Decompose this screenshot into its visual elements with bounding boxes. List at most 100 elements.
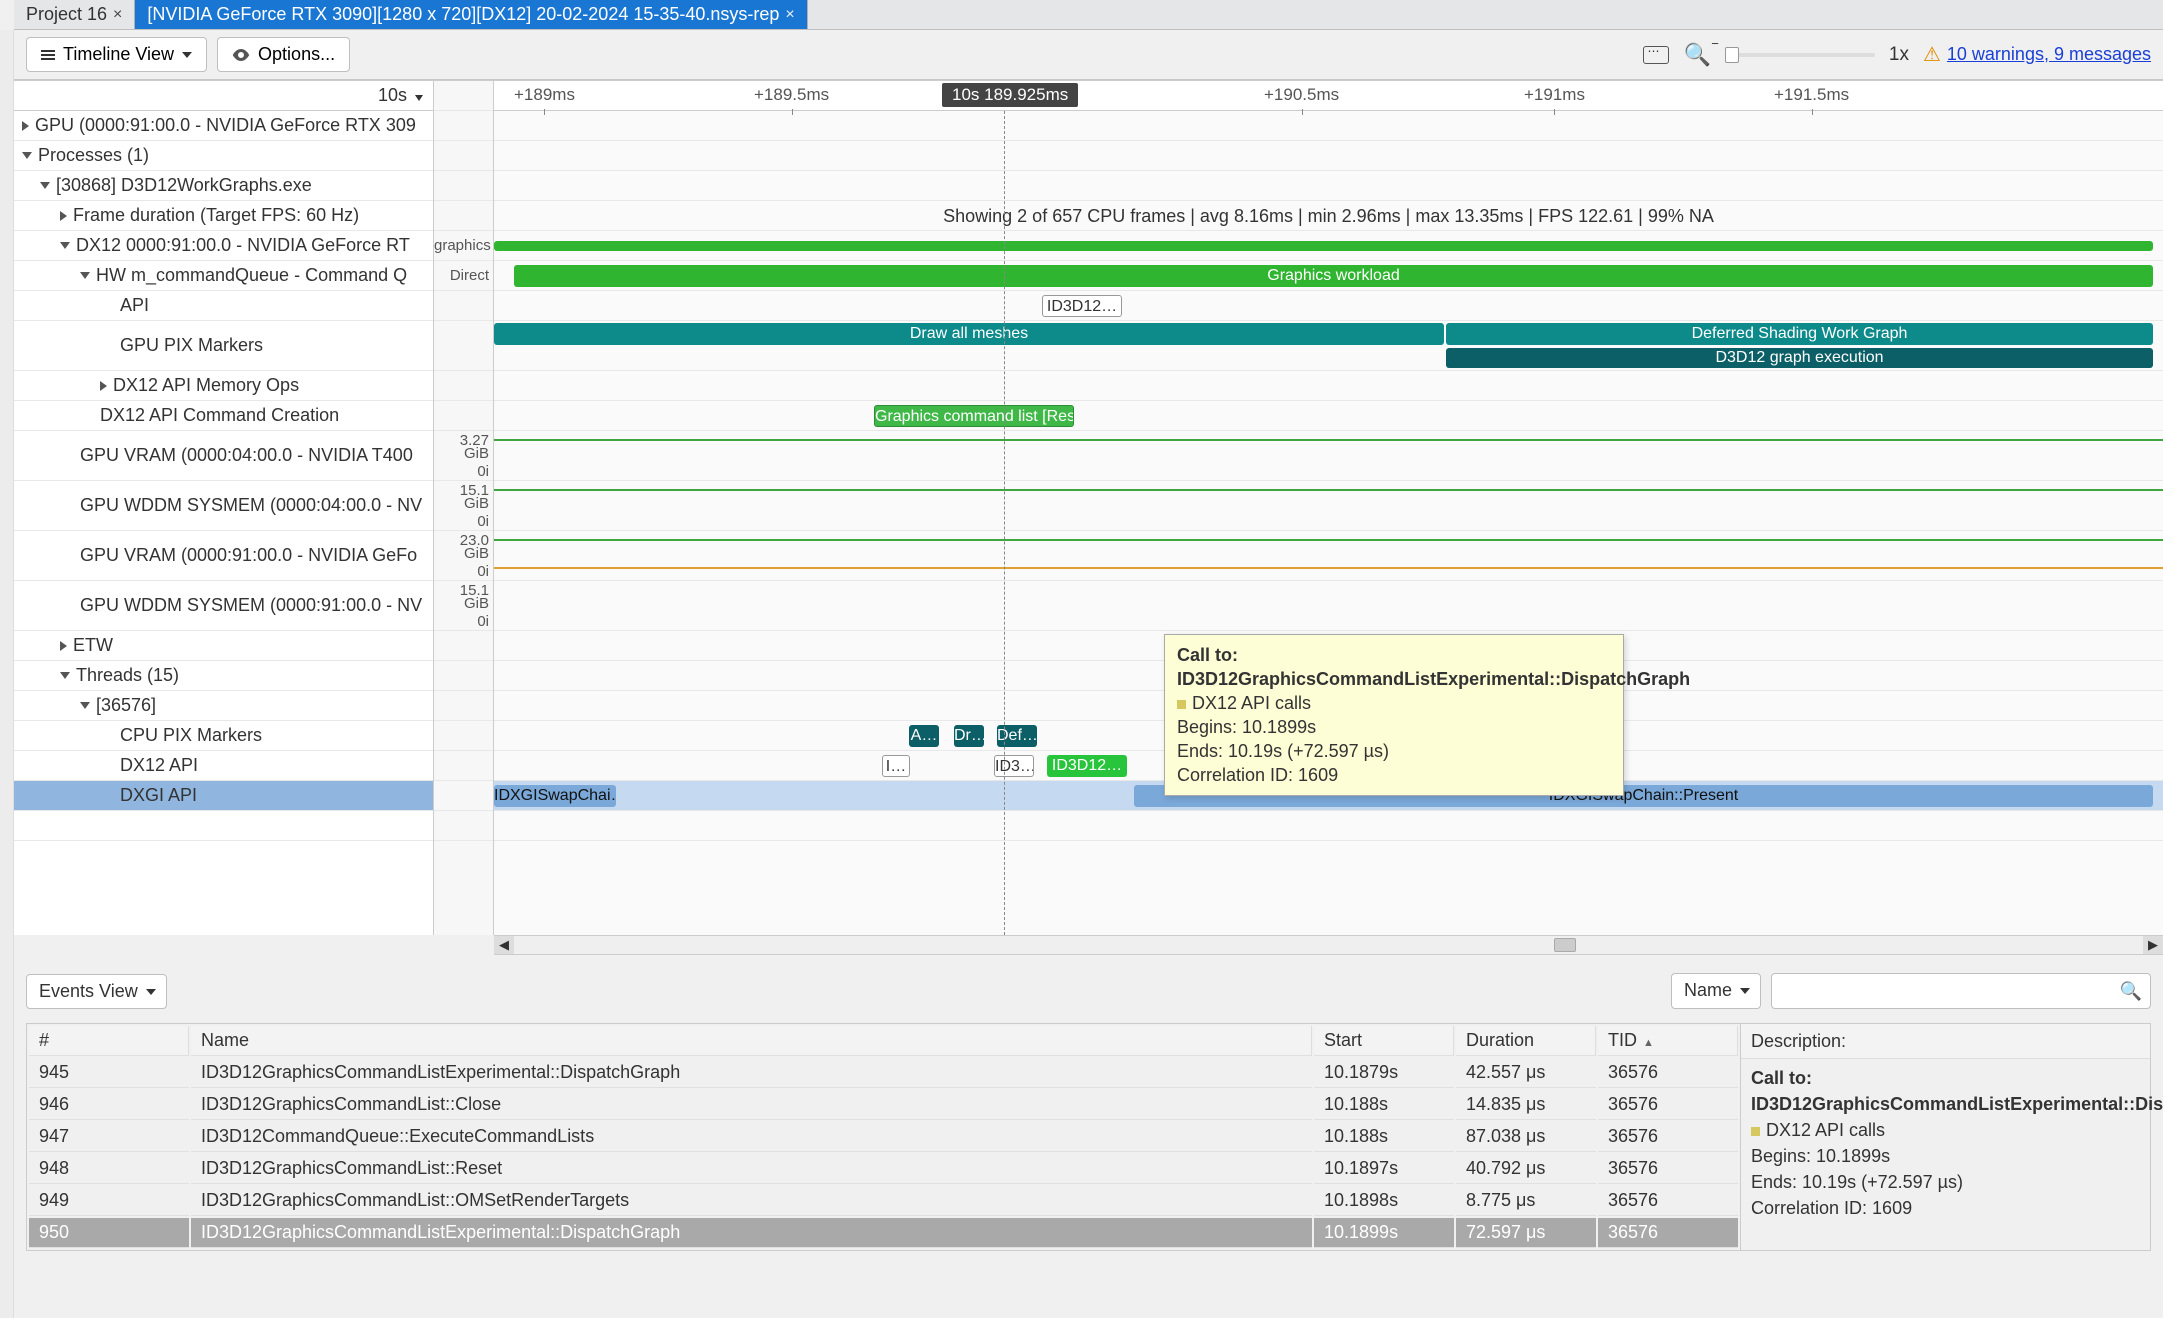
tree-row-vram1[interactable]: GPU VRAM (0000:04:00.0 - NVIDIA T400 [14, 431, 433, 481]
filter-by-dropdown[interactable]: Name [1671, 973, 1761, 1009]
pix-bar[interactable]: A… [909, 725, 939, 747]
tree-row-gpu[interactable]: GPU (0000:91:00.0 - NVIDIA GeForce RTX 3… [14, 111, 433, 141]
ruler-tick: +189.5ms [754, 85, 829, 105]
dxgi-bar[interactable]: IDXGISwapChai… [494, 785, 616, 807]
collapse-icon[interactable] [40, 182, 50, 189]
api-call-bar[interactable]: ID3D12… [1042, 295, 1122, 317]
tree-row-wddm2[interactable]: GPU WDDM SYSMEM (0000:91:00.0 - NV [14, 581, 433, 631]
table-row[interactable]: 946ID3D12GraphicsCommandList::Close10.18… [29, 1090, 1738, 1120]
tree-row-dx12[interactable]: DX12 0000:91:00.0 - NVIDIA GeForce RT [14, 231, 433, 261]
tab-project[interactable]: Project 16 × [14, 0, 135, 29]
collapse-icon[interactable] [60, 242, 70, 249]
warning-icon: ⚠ [1923, 42, 1941, 67]
collapse-icon[interactable] [60, 672, 70, 679]
pix-marker-bar[interactable]: D3D12 graph execution [1446, 348, 2153, 368]
tree-row-vram2[interactable]: GPU VRAM (0000:91:00.0 - NVIDIA GeFo [14, 531, 433, 581]
tab-report[interactable]: [NVIDIA GeForce RTX 3090][1280 x 720][DX… [135, 0, 807, 29]
caret-down-icon [1740, 988, 1750, 994]
col-tid[interactable]: TID [1598, 1026, 1738, 1056]
color-swatch-icon [1751, 1127, 1760, 1136]
tree-row-processes[interactable]: Processes (1) [14, 141, 433, 171]
tree-row-cpu-pix[interactable]: CPU PIX Markers [14, 721, 433, 751]
scrollbar-thumb[interactable] [1554, 938, 1576, 952]
tree-row-tid[interactable]: [36576] [14, 691, 433, 721]
graphics-bar[interactable] [494, 241, 2153, 251]
tree-row[interactable] [14, 811, 433, 841]
tree-row-process[interactable]: [30868] D3D12WorkGraphs.exe [14, 171, 433, 201]
tree-row-cmdcreate[interactable]: DX12 API Command Creation [14, 401, 433, 431]
warnings-link[interactable]: 10 warnings, 9 messages [1947, 44, 2151, 65]
scroll-right-button[interactable]: ▶ [2143, 936, 2163, 954]
pix-marker-bar[interactable]: Draw all meshes [494, 323, 1444, 345]
timeline-canvas[interactable]: +189ms +189.5ms 10s 189.925ms +190.5ms +… [494, 81, 2163, 935]
tree-row-memops[interactable]: DX12 API Memory Ops [14, 371, 433, 401]
timeline-view-dropdown[interactable]: Timeline View [26, 37, 207, 72]
search-input[interactable]: 🔍 [1771, 973, 2151, 1009]
timeline-tree[interactable]: 10s GPU (0000:91:00.0 - NVIDIA GeForce R… [14, 81, 434, 935]
color-swatch-icon [1177, 700, 1186, 709]
ruler-marker: 10s 189.925ms [942, 83, 1078, 107]
table-row[interactable]: 947ID3D12CommandQueue::ExecuteCommandLis… [29, 1122, 1738, 1152]
tree-row-threads[interactable]: Threads (15) [14, 661, 433, 691]
scale-label: 10s [378, 85, 407, 105]
caret-down-icon [182, 52, 192, 58]
tree-row-wddm1[interactable]: GPU WDDM SYSMEM (0000:04:00.0 - NV [14, 481, 433, 531]
tree-row-api[interactable]: API [14, 291, 433, 321]
tree-row-dxgiapi[interactable]: DXGI API [14, 781, 433, 811]
pix-bar[interactable]: Dr… [954, 725, 984, 747]
table-row[interactable]: 950ID3D12GraphicsCommandListExperimental… [29, 1218, 1738, 1248]
collapse-icon[interactable] [80, 702, 90, 709]
ruler-tick: +191.5ms [1774, 85, 1849, 105]
tree-row-pix[interactable]: GPU PIX Markers [14, 321, 433, 371]
tab-label: [NVIDIA GeForce RTX 3090][1280 x 720][DX… [147, 4, 779, 25]
timeline-main: 10s GPU (0000:91:00.0 - NVIDIA GeForce R… [14, 80, 2163, 935]
api-bar[interactable]: ID3D12… [1047, 755, 1127, 777]
tree-row-hwq[interactable]: HW m_commandQueue - Command Q [14, 261, 433, 291]
slider-thumb[interactable] [1725, 47, 1739, 63]
tree-row-dx12api[interactable]: DX12 API [14, 751, 433, 781]
api-bar[interactable]: I… [882, 755, 910, 777]
expand-icon[interactable] [60, 211, 67, 221]
search-icon: 🔍 [2120, 981, 2142, 1002]
col-num[interactable]: # [29, 1026, 189, 1056]
keyboard-icon[interactable] [1643, 46, 1669, 64]
events-table[interactable]: # Name Start Duration TID 945ID3D12Graph… [26, 1023, 1741, 1251]
left-gutter [0, 30, 14, 1318]
pix-bar[interactable]: Def… [997, 725, 1037, 747]
close-icon[interactable]: × [785, 6, 794, 24]
burger-icon [41, 54, 55, 56]
cmdlist-bar[interactable]: Graphics command list [Res… [874, 405, 1074, 427]
description-header: Description: [1741, 1024, 2150, 1059]
zoom-level-label: 1x [1889, 44, 1909, 66]
workload-bar[interactable]: Graphics workload [514, 265, 2153, 287]
col-start[interactable]: Start [1314, 1026, 1454, 1056]
col-name[interactable]: Name [191, 1026, 1312, 1056]
toolbar: Timeline View Options... 🔍− 1x ⚠ 10 warn… [14, 30, 2163, 80]
table-row[interactable]: 949ID3D12GraphicsCommandList::OMSetRende… [29, 1186, 1738, 1216]
table-row[interactable]: 945ID3D12GraphicsCommandListExperimental… [29, 1058, 1738, 1088]
pix-marker-bar[interactable]: Deferred Shading Work Graph [1446, 323, 2153, 345]
table-row[interactable]: 948ID3D12GraphicsCommandList::Reset10.18… [29, 1154, 1738, 1184]
tree-row-frame-duration[interactable]: Frame duration (Target FPS: 60 Hz) [14, 201, 433, 231]
tree-header: 10s [14, 81, 433, 111]
collapse-icon[interactable] [22, 152, 32, 159]
expand-icon[interactable] [100, 381, 107, 391]
description-panel: Description: Call to: ID3D12GraphicsComm… [1741, 1023, 2151, 1251]
caret-down-icon [146, 989, 156, 995]
time-ruler[interactable]: +189ms +189.5ms 10s 189.925ms +190.5ms +… [494, 81, 2163, 111]
horizontal-scrollbar[interactable]: ◀ ▶ [494, 935, 2163, 955]
zoom-out-icon[interactable]: 🔍− [1683, 42, 1710, 68]
axis-gutter: graphics Direct 3.27 GiB0i 15.1 GiB0i 23… [434, 81, 494, 935]
expand-icon[interactable] [60, 641, 67, 651]
options-button[interactable]: Options... [217, 37, 350, 72]
events-view-dropdown[interactable]: Events View [26, 974, 167, 1009]
zoom-slider[interactable] [1725, 53, 1875, 57]
tree-row-etw[interactable]: ETW [14, 631, 433, 661]
scroll-left-button[interactable]: ◀ [494, 936, 514, 954]
collapse-icon[interactable] [80, 272, 90, 279]
api-bar[interactable]: ID3… [994, 755, 1034, 777]
expand-icon[interactable] [22, 121, 29, 131]
col-duration[interactable]: Duration [1456, 1026, 1596, 1056]
close-icon[interactable]: × [113, 6, 122, 24]
caret-down-icon[interactable] [415, 95, 423, 101]
